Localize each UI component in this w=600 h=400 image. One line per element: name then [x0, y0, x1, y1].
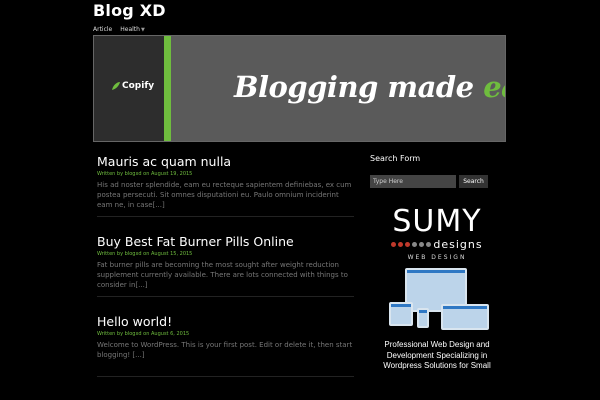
post-date[interactable]: August 15, 2015: [151, 251, 192, 257]
leaf-icon: [112, 82, 120, 90]
post-date[interactable]: August 6, 2015: [151, 331, 189, 337]
ad-designs-text: designs: [433, 237, 483, 251]
phone-icon: [417, 308, 429, 328]
sumy-designs-ad[interactable]: SUMY designs WEB DESIGN Professional Web…: [383, 206, 491, 372]
tagline-text: Blogging made: [234, 70, 484, 104]
post-meta: Written by blogxd on August 19, 2015: [97, 171, 354, 178]
main-nav: Article Health▼: [93, 24, 145, 35]
banner-tagline: Blogging made easy: [234, 70, 505, 104]
brand-dot: [405, 241, 411, 247]
ad-web-design: WEB DESIGN: [407, 254, 467, 261]
copify-logo-text: Copify: [122, 81, 155, 91]
post-title[interactable]: Mauris ac quam nulla: [97, 153, 354, 170]
post-date[interactable]: August 19, 2015: [151, 171, 192, 177]
meta-on: on: [141, 171, 152, 177]
brand-dot: [398, 241, 404, 247]
banner-accent-bar: [164, 36, 171, 141]
post-author-link[interactable]: blogxd: [125, 331, 142, 337]
post-excerpt: Welcome to WordPress. This is your first…: [97, 341, 353, 359]
brand-dot: [426, 241, 432, 247]
nav-item-health-label: Health: [120, 26, 140, 33]
search-widget-title: Search Form: [370, 154, 421, 163]
chevron-down-icon: ▼: [140, 27, 145, 33]
meta-prefix: Written by: [97, 171, 125, 177]
copify-logo: Copify: [111, 81, 154, 91]
post-title[interactable]: Buy Best Fat Burner Pills Online: [97, 233, 354, 250]
meta-prefix: Written by: [97, 331, 125, 337]
post-title[interactable]: Hello world!: [97, 313, 354, 330]
post-list: Mauris ac quam nulla Written by blogxd o…: [97, 153, 354, 393]
search-input[interactable]: [370, 175, 456, 188]
tagline-highlight: easy: [483, 70, 505, 104]
search-button[interactable]: Search: [459, 175, 488, 188]
devices-illustration: [383, 268, 491, 334]
post-item: Hello world! Written by blogxd on August…: [97, 313, 354, 377]
header-banner[interactable]: Copify Blogging made easy: [93, 35, 506, 142]
search-form: Search: [370, 175, 488, 188]
post-item: Mauris ac quam nulla Written by blogxd o…: [97, 153, 354, 217]
brand-dot: [391, 241, 397, 247]
laptop-icon: [441, 304, 489, 330]
meta-on: on: [141, 251, 152, 257]
ad-subtitle: designs: [383, 237, 491, 251]
post-excerpt: His ad noster splendide, eam eu recteque…: [97, 181, 352, 209]
ad-brand: SUMY: [392, 204, 482, 239]
meta-on: on: [141, 331, 152, 337]
ad-dots: [391, 241, 432, 247]
brand-dot: [412, 241, 418, 247]
post-author-link[interactable]: blogxd: [125, 171, 142, 177]
ad-description: Professional Web Design and Development …: [383, 340, 491, 370]
brand-dot: [419, 241, 425, 247]
meta-prefix: Written by: [97, 251, 125, 257]
site-title[interactable]: Blog XD: [93, 1, 166, 20]
sidebar: Search Form: [370, 153, 488, 165]
post-excerpt: Fat burner pills are becoming the most s…: [97, 261, 348, 289]
nav-item-health[interactable]: Health▼: [120, 26, 145, 33]
tablet-icon: [389, 302, 413, 326]
nav-item-article[interactable]: Article: [93, 26, 112, 33]
post-meta: Written by blogxd on August 6, 2015: [97, 331, 354, 338]
post-author-link[interactable]: blogxd: [125, 251, 142, 257]
post-meta: Written by blogxd on August 15, 2015: [97, 251, 354, 258]
post-item: Buy Best Fat Burner Pills Online Written…: [97, 233, 354, 297]
